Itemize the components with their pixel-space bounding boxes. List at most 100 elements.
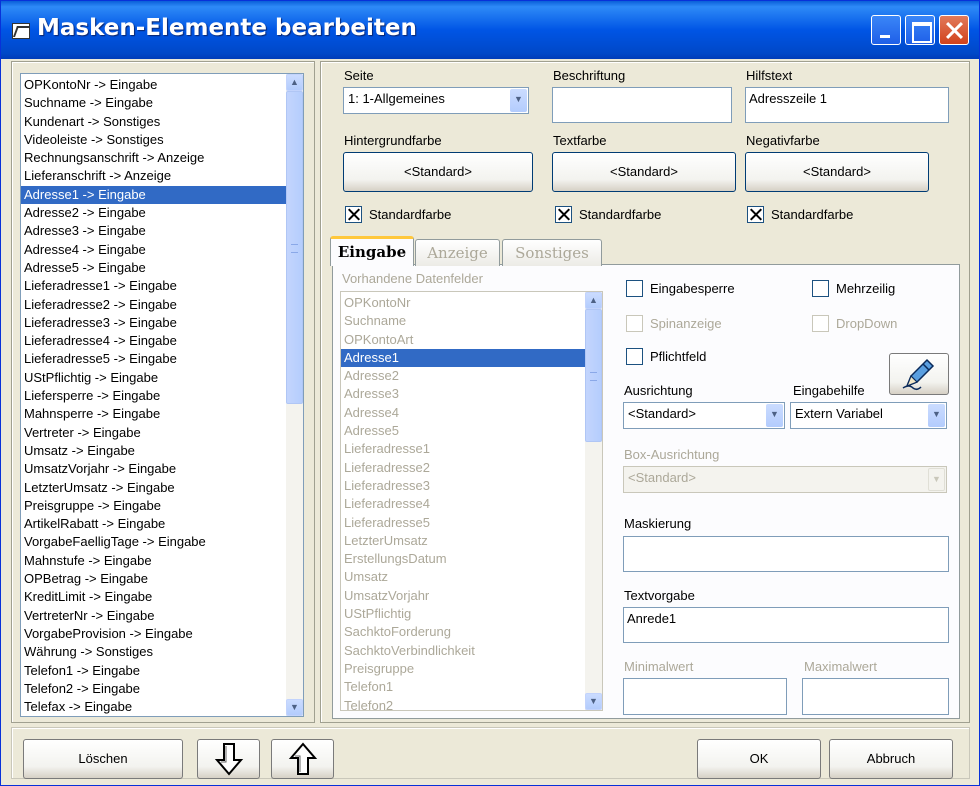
list-item[interactable]: Adresse4 xyxy=(341,404,586,422)
list-item[interactable]: Adresse1 xyxy=(341,348,586,368)
list-item[interactable]: Vertreter -> Eingabe xyxy=(21,424,287,442)
mask-elements-list[interactable]: OPKontoNr -> Eingabe Suchname -> Eingabe K… xyxy=(20,73,304,717)
tab-eingabe[interactable]: Eingabe xyxy=(330,236,414,266)
list-item[interactable]: VertreterNr -> Eingabe xyxy=(21,607,287,625)
list-item[interactable]: Lieferadresse1 xyxy=(341,440,586,458)
list-item[interactable]: ArtikelRabatt -> Eingabe xyxy=(21,515,287,533)
list-item[interactable]: Lieferadresse1 -> Eingabe xyxy=(21,277,287,295)
list-item[interactable]: Mahnstufe -> Eingabe xyxy=(21,552,287,570)
list-item[interactable]: Lieferadresse2 xyxy=(341,459,586,477)
ok-button[interactable]: OK xyxy=(697,739,821,779)
pflichtfeld-checkbox[interactable] xyxy=(626,348,643,365)
datenfelder-scroll-up-button[interactable]: ▲ xyxy=(585,292,602,309)
close-button[interactable] xyxy=(939,15,969,45)
textfarbe-button[interactable]: <Standard> xyxy=(552,152,736,192)
list-item[interactable]: UStPflichtig -> Eingabe xyxy=(21,369,287,387)
hintergrund-standardfarbe-checkbox[interactable] xyxy=(345,206,362,223)
list-item[interactable]: Lieferadresse5 xyxy=(341,514,586,532)
chevron-down-icon[interactable]: ▼ xyxy=(928,404,945,427)
chevron-down-icon[interactable]: ▼ xyxy=(766,404,783,427)
list-item[interactable]: OPKontoNr -> Eingabe xyxy=(21,76,287,94)
beschriftung-input[interactable] xyxy=(552,87,732,123)
list-item[interactable]: UmsatzVorjahr xyxy=(341,587,586,605)
cancel-button[interactable]: Abbruch xyxy=(829,739,953,779)
tab-sonstiges[interactable]: Sonstiges xyxy=(502,239,602,266)
text-standardfarbe-checkbox[interactable] xyxy=(555,206,572,223)
scroll-thumb[interactable] xyxy=(286,91,303,404)
textvorgabe-input[interactable]: Anrede1 xyxy=(623,607,949,643)
ausrichtung-select[interactable]: <Standard> ▼ xyxy=(623,402,785,429)
spinanzeige-checkbox[interactable] xyxy=(626,315,643,332)
list-item[interactable]: Preisgruppe -> Eingabe xyxy=(21,497,287,515)
list-item[interactable]: Lieferadresse3 -> Eingabe xyxy=(21,314,287,332)
list-item[interactable]: Kundenart -> Sonstiges xyxy=(21,113,287,131)
list-item[interactable]: Adresse2 -> Eingabe xyxy=(21,204,287,222)
list-item[interactable]: Lieferadresse4 -> Eingabe xyxy=(21,332,287,350)
list-item[interactable]: LetzterUmsatz -> Eingabe xyxy=(21,479,287,497)
datenfelder-scrollbar[interactable]: ▲ ▼ xyxy=(585,292,602,710)
list-item[interactable]: Umsatz xyxy=(341,568,586,586)
list-item[interactable]: UStPflichtig xyxy=(341,605,586,623)
list-item[interactable]: OPKontoNr xyxy=(341,294,586,312)
move-down-button[interactable] xyxy=(197,739,260,779)
list-item[interactable]: VorgabeFaelligTage -> Eingabe xyxy=(21,533,287,551)
maskierung-input[interactable] xyxy=(623,536,949,572)
list-item[interactable]: Adresse3 xyxy=(341,385,586,403)
datenfelder-scroll-down-button[interactable]: ▼ xyxy=(585,693,602,710)
list-item[interactable]: Lieferadresse3 xyxy=(341,477,586,495)
tab-anzeige[interactable]: Anzeige xyxy=(415,239,500,266)
list-item[interactable]: Mahnsperre -> Eingabe xyxy=(21,405,287,423)
dropdown-checkbox[interactable] xyxy=(812,315,829,332)
list-item[interactable]: Telefon1 -> Eingabe xyxy=(21,662,287,680)
chevron-down-icon[interactable]: ▼ xyxy=(510,89,527,112)
list-item[interactable]: Preisgruppe xyxy=(341,660,586,678)
list-item[interactable]: UmsatzVorjahr -> Eingabe xyxy=(21,460,287,478)
list-item[interactable]: Adresse2 xyxy=(341,367,586,385)
list-item[interactable]: VorgabeProvision -> Eingabe xyxy=(21,625,287,643)
move-up-button[interactable] xyxy=(271,739,334,779)
list-item[interactable]: Suchname xyxy=(341,312,586,330)
hintergrundfarbe-button[interactable]: <Standard> xyxy=(343,152,533,192)
list-item[interactable]: Lieferadresse4 xyxy=(341,495,586,513)
list-item[interactable]: Lieferadresse2 -> Eingabe xyxy=(21,296,287,314)
list-item[interactable]: Rechnungsanschrift -> Anzeige xyxy=(21,149,287,167)
eingabehilfe-edit-button[interactable] xyxy=(889,353,949,395)
list-item[interactable]: Adresse4 -> Eingabe xyxy=(21,241,287,259)
maximalwert-input[interactable] xyxy=(802,678,949,715)
list-item[interactable]: Suchname -> Eingabe xyxy=(21,94,287,112)
list-item[interactable]: Telefax -> Eingabe xyxy=(21,698,287,716)
list-item[interactable]: Videoleiste -> Sonstiges xyxy=(21,131,287,149)
scroll-up-button[interactable]: ▲ xyxy=(286,74,303,91)
eingabesperre-checkbox[interactable] xyxy=(626,280,643,297)
list-item[interactable]: SachktoForderung xyxy=(341,623,586,641)
list-item[interactable]: OPBetrag -> Eingabe xyxy=(21,570,287,588)
negativ-standardfarbe-checkbox[interactable] xyxy=(747,206,764,223)
datenfelder-list[interactable]: OPKontoNr Suchname OPKontoArt Adresse1 Adres… xyxy=(340,291,603,711)
mehrzeilig-checkbox[interactable] xyxy=(812,280,829,297)
list-item[interactable]: Währung -> Sonstiges xyxy=(21,643,287,661)
list-item[interactable]: KreditLimit -> Eingabe xyxy=(21,588,287,606)
list-item[interactable]: SachktoVerbindlichkeit xyxy=(341,642,586,660)
seite-select[interactable]: 1: 1-Allgemeines ▼ xyxy=(343,87,529,114)
list-item[interactable]: Lieferadresse5 -> Eingabe xyxy=(21,350,287,368)
list-item[interactable]: Telefon2 xyxy=(341,697,586,710)
box-ausrichtung-select[interactable]: <Standard> ▼ xyxy=(623,466,947,493)
minimalwert-input[interactable] xyxy=(623,678,787,715)
negativfarbe-button[interactable]: <Standard> xyxy=(745,152,929,192)
chevron-down-icon[interactable]: ▼ xyxy=(928,468,945,491)
list-item[interactable]: LetzterUmsatz xyxy=(341,532,586,550)
list-item[interactable]: Telefon1 xyxy=(341,678,586,696)
maximize-button[interactable] xyxy=(905,15,935,45)
datenfelder-scroll-thumb[interactable] xyxy=(585,309,602,442)
list-item[interactable]: Umsatz -> Eingabe xyxy=(21,442,287,460)
list-item[interactable]: Adresse5 -> Eingabe xyxy=(21,259,287,277)
list-item[interactable]: Lieferanschrift -> Anzeige xyxy=(21,167,287,185)
list-item[interactable]: Adresse5 xyxy=(341,422,586,440)
list-scrollbar[interactable]: ▲ ▼ xyxy=(286,74,303,716)
list-item[interactable]: ErstellungsDatum xyxy=(341,550,586,568)
list-item[interactable]: OPKontoArt xyxy=(341,331,586,349)
delete-button[interactable]: Löschen xyxy=(23,739,183,779)
hilfstext-input[interactable]: Adresszeile 1 xyxy=(745,87,949,123)
list-item[interactable]: Liefersperre -> Eingabe xyxy=(21,387,287,405)
eingabehilfe-select[interactable]: Extern Variabel ▼ xyxy=(790,402,947,429)
